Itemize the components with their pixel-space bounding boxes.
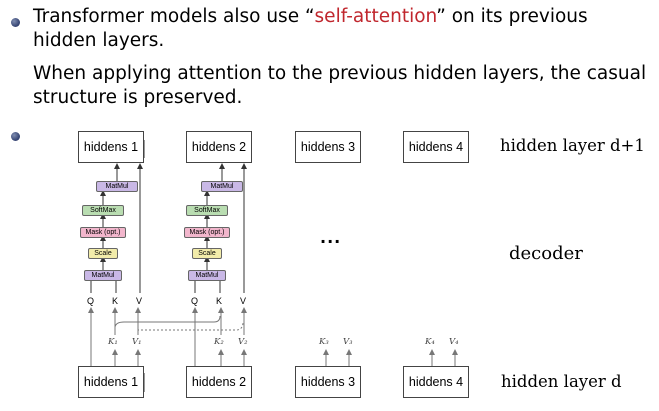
matmul-op: MatMul <box>84 270 122 281</box>
side-label-top: hidden layer d+1 <box>500 136 645 155</box>
v3-label: V₃ <box>343 337 353 347</box>
q-label: Q <box>87 296 95 306</box>
top-hiddens-box: hiddens 2 <box>186 131 252 163</box>
k1-label: K₁ <box>108 337 118 347</box>
top-hiddens-box: hiddens 4 <box>403 131 469 163</box>
bottom-hiddens-box: hiddens 4 <box>403 366 469 398</box>
q-label: Q <box>191 296 199 306</box>
top-hiddens-box: hiddens 1 <box>78 131 144 163</box>
ellipsis: ··· <box>320 232 342 251</box>
bottom-hiddens-box: hiddens 3 <box>295 366 361 398</box>
k-label: K <box>216 296 223 306</box>
matmul-op: MatMul <box>96 181 138 192</box>
side-label-middle: decoder <box>509 243 583 264</box>
bottom-hiddens-box: hiddens 1 <box>78 366 144 398</box>
transformer-diagram: hiddens 1 hiddens 2 hiddens 3 hiddens 4 … <box>0 0 659 411</box>
matmul-op: MatMul <box>201 181 243 192</box>
v-label: V <box>136 296 143 306</box>
v1-label: V₁ <box>132 337 142 347</box>
k-label: K <box>112 296 119 306</box>
k2-label: K₂ <box>214 337 224 347</box>
top-hiddens-box: hiddens 3 <box>295 131 361 163</box>
softmax-op: SoftMax <box>186 205 228 216</box>
mask-op: Mask (opt.) <box>184 227 230 238</box>
v4-label: V₄ <box>449 337 459 347</box>
softmax-op: SoftMax <box>82 205 124 216</box>
k3-label: K₃ <box>319 337 329 347</box>
k4-label: K₄ <box>425 337 435 347</box>
v2-label: V₂ <box>238 337 248 347</box>
side-label-bottom: hidden layer d <box>501 372 622 391</box>
mask-op: Mask (opt.) <box>80 227 126 238</box>
matmul-op: MatMul <box>188 270 226 281</box>
v-label: V <box>240 296 247 306</box>
scale-op: Scale <box>88 248 118 259</box>
scale-op: Scale <box>192 248 222 259</box>
bottom-hiddens-box: hiddens 2 <box>186 366 252 398</box>
